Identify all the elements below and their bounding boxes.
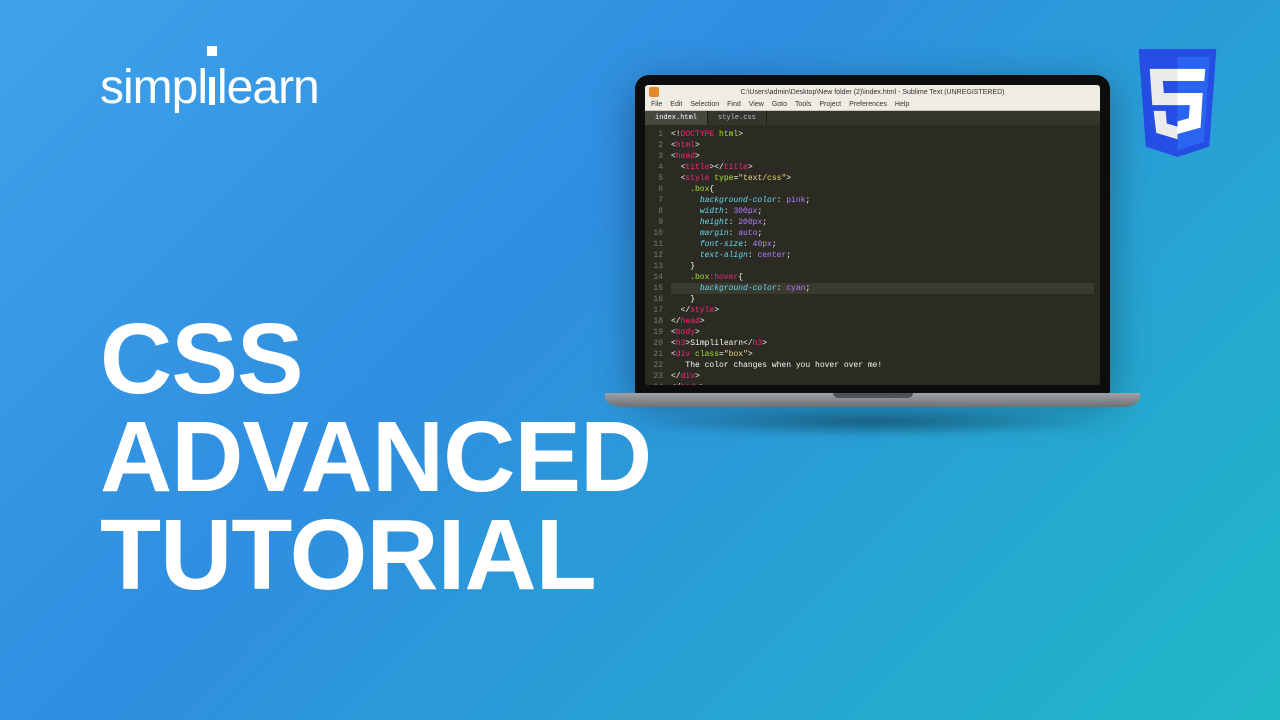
code-line: <style type="text/css"> [671, 173, 1094, 184]
laptop-shadow [645, 407, 1100, 437]
code-line: .box:hover{ [671, 272, 1094, 283]
line-number: 22 [645, 360, 663, 371]
line-number: 17 [645, 305, 663, 316]
code-editor: C:\Users\admin\Desktop\New folder (2)\in… [645, 85, 1100, 385]
code-line: <body> [671, 327, 1094, 338]
code-line: <!DOCTYPE html> [671, 129, 1094, 140]
code-line: font-size: 40px; [671, 239, 1094, 250]
headline-line-2: ADVANCED [100, 408, 651, 506]
line-number: 4 [645, 162, 663, 173]
menu-file[interactable]: File [651, 101, 662, 108]
code-line: width: 300px; [671, 206, 1094, 217]
app-icon [649, 87, 659, 97]
code-line: </body> [671, 382, 1094, 385]
headline-line-1: CSS [100, 310, 651, 408]
line-number: 16 [645, 294, 663, 305]
css3-badge-icon [1130, 48, 1225, 158]
code-line: <h3>Simplilearn</h3> [671, 338, 1094, 349]
code-line: </div> [671, 371, 1094, 382]
menu-tools[interactable]: Tools [795, 101, 811, 108]
code-line: <title></title> [671, 162, 1094, 173]
code-line: background-color: pink; [671, 195, 1094, 206]
menu-goto[interactable]: Goto [772, 101, 787, 108]
line-number: 1 [645, 129, 663, 140]
editor-body: 1234567891011121314151617181920212223242… [645, 125, 1100, 385]
code-line: } [671, 294, 1094, 305]
code-line: text-align: center; [671, 250, 1094, 261]
laptop-mock: C:\Users\admin\Desktop\New folder (2)\in… [605, 75, 1140, 445]
editor-title-text: C:\Users\admin\Desktop\New folder (2)\in… [740, 89, 1004, 96]
line-number: 12 [645, 250, 663, 261]
line-number: 8 [645, 206, 663, 217]
menu-edit[interactable]: Edit [670, 101, 682, 108]
menu-preferences[interactable]: Preferences [849, 101, 887, 108]
editor-titlebar: C:\Users\admin\Desktop\New folder (2)\in… [645, 85, 1100, 99]
line-number: 3 [645, 151, 663, 162]
line-number: 9 [645, 217, 663, 228]
brand-i-glyph [207, 60, 217, 115]
code-line: <div class="box"> [671, 349, 1094, 360]
code-line: The color changes when you hover over me… [671, 360, 1094, 371]
headline: CSS ADVANCED TUTORIAL [100, 310, 651, 604]
line-number: 10 [645, 228, 663, 239]
editor-menubar: File Edit Selection Find View Goto Tools Projec… [645, 99, 1100, 111]
code-line: margin: auto; [671, 228, 1094, 239]
line-number: 11 [645, 239, 663, 250]
code-line: background-color: cyan; [671, 283, 1094, 294]
menu-project[interactable]: Project [819, 101, 841, 108]
menu-selection[interactable]: Selection [690, 101, 719, 108]
editor-tabs: index.htmlstyle.css [645, 111, 1100, 125]
code-line: .box{ [671, 184, 1094, 195]
line-number: 13 [645, 261, 663, 272]
line-number: 5 [645, 173, 663, 184]
code-line: } [671, 261, 1094, 272]
laptop-base [605, 393, 1140, 407]
code-line: <head> [671, 151, 1094, 162]
line-number: 18 [645, 316, 663, 327]
line-number: 19 [645, 327, 663, 338]
tab-style-css[interactable]: style.css [708, 111, 767, 125]
menu-find[interactable]: Find [727, 101, 741, 108]
line-number: 20 [645, 338, 663, 349]
code-line: <html> [671, 140, 1094, 151]
tab-index-html[interactable]: index.html [645, 111, 708, 125]
line-number: 7 [645, 195, 663, 206]
headline-line-3: TUTORIAL [100, 506, 651, 604]
editor-code: <!DOCTYPE html><html><head> <title></tit… [667, 125, 1100, 385]
brand-text-right: learn [217, 60, 319, 115]
editor-gutter: 1234567891011121314151617181920212223242… [645, 125, 667, 385]
laptop-screen: C:\Users\admin\Desktop\New folder (2)\in… [635, 75, 1110, 395]
line-number: 2 [645, 140, 663, 151]
brand-logo: simpl learn [100, 60, 319, 115]
code-line: </style> [671, 305, 1094, 316]
menu-help[interactable]: Help [895, 101, 909, 108]
code-line: height: 200px; [671, 217, 1094, 228]
code-line: </head> [671, 316, 1094, 327]
line-number: 14 [645, 272, 663, 283]
brand-text-left: simpl [100, 60, 207, 115]
line-number: 21 [645, 349, 663, 360]
line-number: 24 [645, 382, 663, 385]
line-number: 6 [645, 184, 663, 195]
line-number: 15 [645, 283, 663, 294]
menu-view[interactable]: View [749, 101, 764, 108]
line-number: 23 [645, 371, 663, 382]
